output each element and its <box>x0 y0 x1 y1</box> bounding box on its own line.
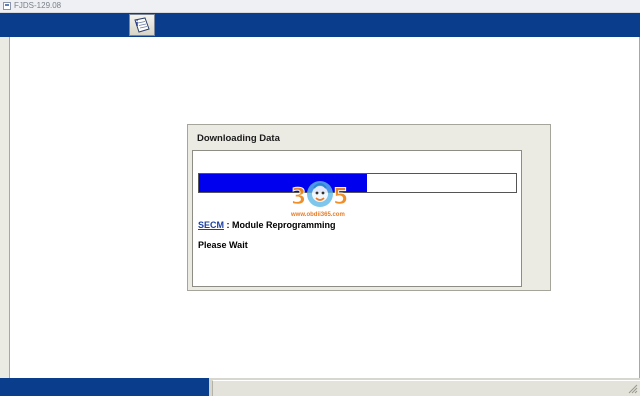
resize-grip-icon[interactable] <box>628 384 638 394</box>
status-bar-left-panel <box>0 378 209 396</box>
info-document-icon: i <box>134 17 150 33</box>
watermark-url: www.obdii365.com <box>291 212 345 218</box>
status-bar <box>0 378 640 396</box>
download-progress-bar <box>198 173 517 193</box>
dialog-body: SECM : Module Reprogramming Please Wait <box>192 150 522 287</box>
watermark-logo-graphic: 3 5 <box>291 181 349 211</box>
left-frame <box>0 37 10 378</box>
downloading-dialog: Downloading Data SECM : Module Reprogram… <box>187 124 551 291</box>
svg-text:5: 5 <box>333 185 348 210</box>
status-bar-right-panel <box>212 380 640 396</box>
app-icon <box>3 2 11 10</box>
window-title: FJDS-129.08 <box>14 1 62 10</box>
watermark-logo: 3 5 www.obdii365.com <box>289 176 351 224</box>
title-bar: FJDS-129.08 <box>0 0 640 13</box>
info-toolbar-button[interactable]: i <box>129 14 155 36</box>
please-wait-text: Please Wait <box>198 240 248 250</box>
dialog-title: Downloading Data <box>197 133 280 144</box>
module-link-secm[interactable]: SECM <box>198 220 224 230</box>
fjds-window: FJDS-129.08 i Downloading Data SECM : Mo… <box>0 0 640 396</box>
main-toolbar: i <box>0 13 640 37</box>
svg-text:3: 3 <box>291 185 306 210</box>
